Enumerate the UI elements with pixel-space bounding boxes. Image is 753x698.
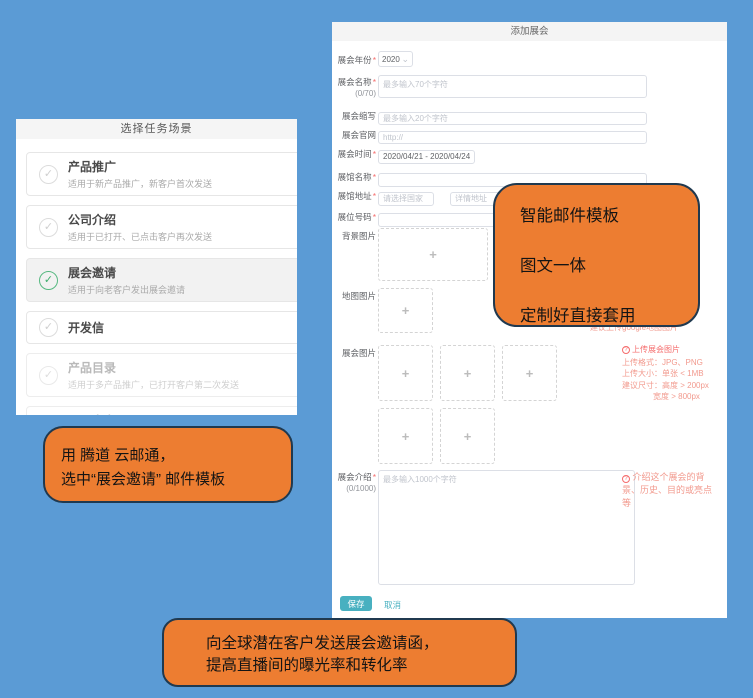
website-label: 展会官网 [334, 130, 376, 141]
year-select[interactable]: 2020 ⌄ [378, 51, 413, 67]
question-icon: ? [622, 475, 630, 483]
intro-hint: ? 介绍这个展会的背景、历史、目的或亮点等 [622, 471, 718, 510]
scenario-title: 产品目录 [68, 359, 239, 376]
abbr-label: 展会缩写 [334, 111, 376, 122]
bg-image-upload[interactable]: + [378, 228, 488, 281]
chevron-down-icon: ⌄ [401, 56, 409, 62]
scenario-item-product-promo[interactable]: ✓ 产品推广 适用于新产品推广，新客户首次发送 [26, 152, 297, 196]
scenario-title: 公司实力 [68, 412, 230, 415]
photo-upload-5[interactable]: + [440, 408, 495, 464]
intro-label: 展会介绍* (0/1000) [334, 472, 376, 494]
check-icon: ✓ [39, 165, 58, 184]
scenario-item-company-strength[interactable]: ✓ 公司实力 适用于已打开、已点击的客户第四次发送 [26, 406, 297, 415]
photo-upload-1[interactable]: + [378, 345, 433, 401]
question-icon: ? [622, 346, 630, 354]
scenario-title: 产品推广 [68, 158, 212, 175]
scenario-panel-title: 选择任务场景 [16, 119, 297, 139]
scenario-item-product-catalog[interactable]: ✓ 产品目录 适用于多产品推广，已打开客户第二次发送 [26, 353, 297, 397]
photo-upload-4[interactable]: + [378, 408, 433, 464]
plus-icon: + [464, 366, 472, 381]
scenario-subtitle: 适用于多产品推广，已打开客户第二次发送 [68, 378, 239, 391]
venue-label: 展馆名称* [334, 172, 376, 183]
plus-icon: + [526, 366, 534, 381]
scenario-item-exhibition-invite[interactable]: ✓ 展会邀请 适用于向老客户发出展会邀请 [26, 258, 297, 302]
scenario-list: ✓ 产品推广 适用于新产品推广，新客户首次发送 ✓ 公司介绍 适用于已打开、已点… [16, 139, 297, 415]
exhibition-intro-input[interactable] [378, 470, 635, 585]
callout-send-invitation: 向全球潜在客户发送展会邀请函， 提高直播间的曝光率和转化率 [162, 618, 517, 687]
scenario-panel: 选择任务场景 ✓ 产品推广 适用于新产品推广，新客户首次发送 ✓ 公司介绍 适用… [16, 119, 297, 415]
exhibition-abbr-input[interactable] [378, 112, 647, 125]
plus-icon: + [402, 429, 410, 444]
bg-image-label: 背景图片 [334, 231, 376, 242]
scenario-subtitle: 适用于已打开、已点击客户再次发送 [68, 230, 212, 243]
check-icon: ✓ [39, 366, 58, 385]
name-label: 展会名称* (0/70) [334, 77, 376, 99]
intro-counter: (0/1000) [346, 484, 376, 493]
scenario-title: 公司介绍 [68, 211, 212, 228]
plus-icon: + [429, 247, 437, 262]
callout-smart-template: 智能邮件模板 图文一体 定制好直接套用 [493, 183, 700, 327]
photos-label: 展会图片 [334, 348, 376, 359]
scenario-title: 展会邀请 [68, 264, 185, 281]
photos-hint: ? 上传展会图片 上传格式：JPG、PNG 上传大小：单张 < 1MB 建议尺寸… [622, 344, 724, 403]
scenario-item-company-intro[interactable]: ✓ 公司介绍 适用于已打开、已点击客户再次发送 [26, 205, 297, 249]
map-image-upload[interactable]: + [378, 288, 433, 333]
plus-icon: + [402, 366, 410, 381]
map-image-label: 地图图片 [334, 291, 376, 302]
form-title: 添加展会 [332, 22, 727, 41]
scenario-item-dev-letter[interactable]: ✓ 开发信 [26, 311, 297, 344]
scenario-subtitle: 适用于新产品推广，新客户首次发送 [68, 177, 212, 190]
save-button[interactable]: 保存 [340, 596, 372, 611]
booth-label: 展位号码* [334, 212, 376, 223]
year-select-value: 2020 [382, 55, 400, 64]
check-icon: ✓ [39, 218, 58, 237]
time-label: 展会时间* [334, 149, 376, 160]
exhibition-name-input[interactable] [378, 75, 647, 98]
plus-icon: + [402, 303, 410, 318]
check-icon-selected: ✓ [39, 271, 58, 290]
scenario-subtitle: 适用于向老客户发出展会邀请 [68, 283, 185, 296]
check-icon: ✓ [39, 318, 58, 337]
photo-upload-3[interactable]: + [502, 345, 557, 401]
name-counter: (0/70) [355, 89, 376, 98]
address-country-select[interactable] [378, 192, 434, 206]
address-label: 展馆地址* [334, 191, 376, 202]
photo-upload-2[interactable]: + [440, 345, 495, 401]
exhibition-website-input[interactable] [378, 131, 647, 144]
plus-icon: + [464, 429, 472, 444]
cancel-button[interactable]: 取消 [384, 599, 401, 611]
callout-select-template: 用 腾道 云邮通， 选中“展会邀请” 邮件模板 [43, 426, 293, 503]
exhibition-time-input[interactable] [378, 150, 475, 164]
year-label: 展会年份* [334, 55, 376, 66]
scenario-title: 开发信 [68, 319, 104, 336]
